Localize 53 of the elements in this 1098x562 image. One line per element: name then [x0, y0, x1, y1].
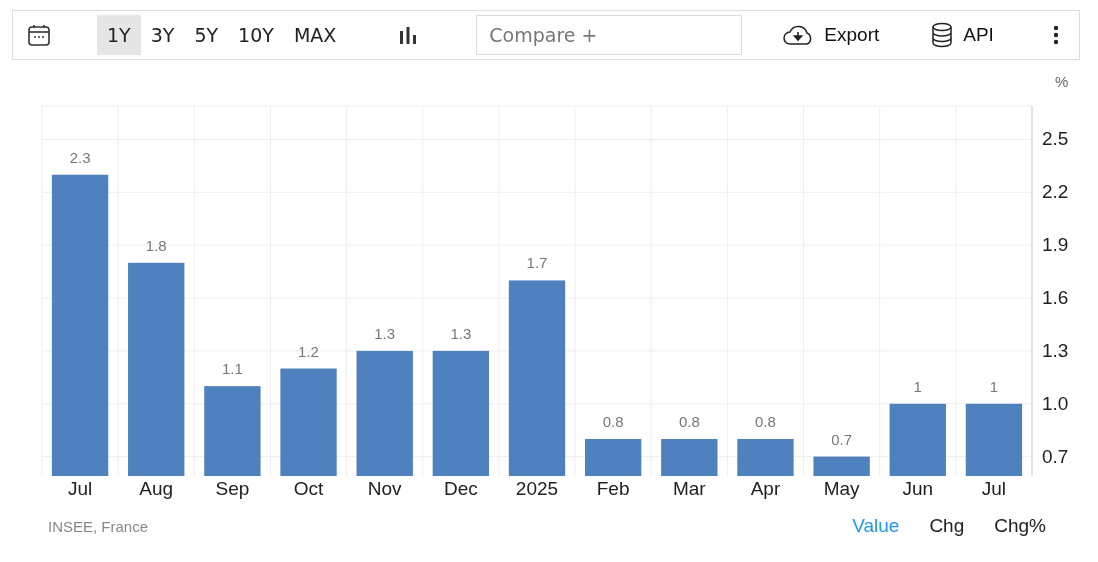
x-axis-label: Jul: [67, 478, 93, 499]
y-axis-label: 1.9: [1042, 234, 1069, 256]
source-text: INSEE, France: [48, 517, 149, 535]
data-label: 1: [989, 377, 999, 395]
unit-label: %: [1055, 73, 1069, 90]
data-label: 1: [913, 377, 922, 395]
data-label: 1.3: [450, 324, 472, 342]
data-label: 0.8: [755, 413, 776, 430]
data-label: 1.7: [526, 254, 548, 272]
x-axis-label: Jun: [902, 478, 934, 499]
x-axis-label: Aug: [139, 478, 174, 499]
api-button[interactable]: API: [931, 22, 994, 48]
data-label: 0.7: [831, 430, 853, 448]
export-button[interactable]: Export: [782, 24, 880, 46]
range-tab[interactable]: MAX: [283, 15, 347, 55]
bar: [813, 456, 870, 476]
y-axis-label: 1.0: [1042, 392, 1069, 414]
x-axis-label: Feb: [596, 478, 630, 499]
data-label: 0.8: [602, 413, 624, 430]
more-icon[interactable]: [1053, 25, 1059, 45]
x-axis-label: Nov: [367, 478, 402, 499]
calendar-icon[interactable]: [27, 23, 51, 47]
data-label: 1.2: [298, 342, 319, 360]
data-label: 0.8: [678, 413, 700, 430]
x-axis-label: May: [823, 478, 860, 499]
x-axis-label: Jul: [981, 478, 1007, 499]
range-tab[interactable]: 10Y: [228, 15, 284, 55]
x-axis-label: 2025: [515, 478, 559, 499]
x-axis-label: Apr: [750, 478, 781, 499]
bar: [737, 439, 794, 476]
bar: [661, 439, 718, 476]
range-tab[interactable]: 5Y: [184, 15, 229, 55]
bar: [585, 439, 642, 476]
compare-field[interactable]: Compare +: [476, 15, 743, 55]
mode-tab[interactable]: Chg%: [994, 515, 1046, 537]
y-axis-label: 2.2: [1042, 181, 1069, 203]
y-axis-label: 1.6: [1042, 287, 1069, 309]
y-axis-label: 2.5: [1042, 128, 1069, 150]
bar-chart-icon[interactable]: [398, 25, 419, 45]
data-label: 1.3: [374, 324, 396, 342]
database-icon: [931, 22, 954, 48]
x-axis-label: Mar: [672, 478, 706, 499]
mode-tab[interactable]: Chg: [929, 515, 965, 537]
data-label: 1.1: [221, 360, 243, 378]
x-axis-label: Dec: [443, 478, 478, 499]
y-axis-label: 0.7: [1042, 445, 1069, 467]
x-axis-label: Oct: [293, 478, 324, 499]
range-tab[interactable]: 1Y: [97, 15, 141, 55]
data-label: 2.3: [69, 148, 91, 166]
y-axis-label: 1.3: [1042, 339, 1069, 361]
range-tab[interactable]: 3Y: [140, 15, 185, 55]
x-axis-label: Sep: [215, 478, 250, 499]
data-label: 1.8: [145, 236, 167, 254]
